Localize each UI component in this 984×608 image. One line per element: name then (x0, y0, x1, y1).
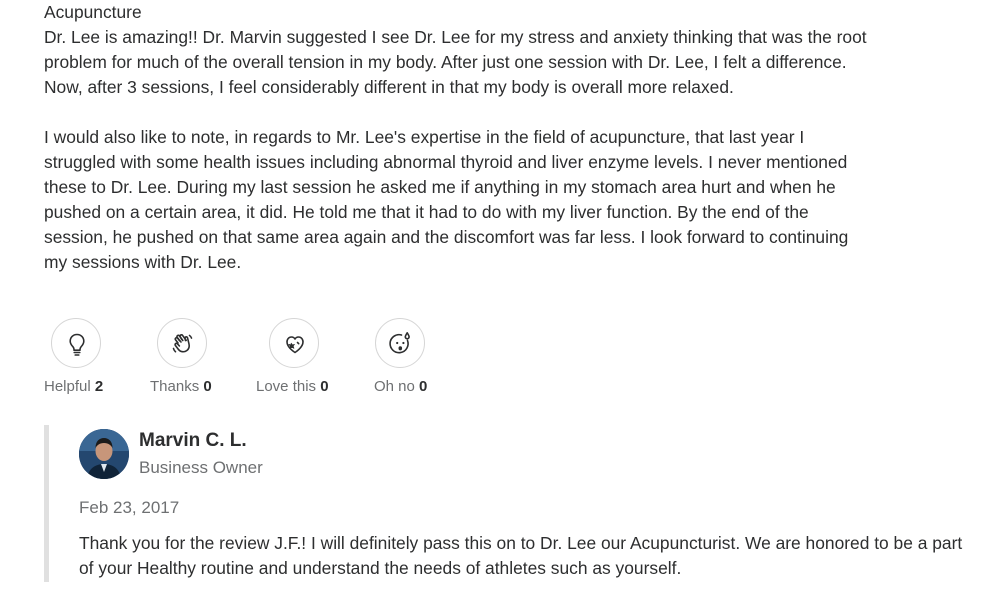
waving-hand-icon (172, 334, 193, 353)
owner-role: Business Owner (139, 458, 263, 477)
oh-no-count: 0 (419, 378, 428, 395)
helpful-button[interactable] (51, 318, 101, 368)
thanks-label: Thanks 0 (150, 378, 212, 395)
review-heading: Acupuncture (44, 2, 142, 22)
thanks-count: 0 (203, 378, 212, 395)
review-paragraph-1: Dr. Lee is amazing!! Dr. Marvin suggeste… (44, 27, 867, 97)
review-body: Acupuncture Dr. Lee is amazing!! Dr. Mar… (44, 0, 874, 275)
love-this-label: Love this 0 (256, 378, 329, 395)
review-paragraph-2: I would also like to note, in regards to… (44, 127, 849, 272)
thanks-button[interactable] (157, 318, 207, 368)
reply-divider (44, 425, 49, 582)
helpful-label: Helpful 2 (44, 378, 104, 395)
owner-name[interactable]: Marvin C. L. (139, 429, 247, 453)
reply-text: Thank you for the review J.F.! I will de… (79, 533, 963, 578)
love-this-button[interactable] (269, 318, 319, 368)
owner-photo (79, 429, 129, 479)
avatar[interactable] (79, 429, 129, 479)
lightbulb-icon (69, 333, 85, 356)
heart-icon (286, 336, 304, 354)
oh-no-label: Oh no 0 (374, 378, 428, 395)
owner-reply: Marvin C. L. Business Owner Feb 23, 2017… (44, 425, 984, 582)
reply-date: Feb 23, 2017 (79, 498, 180, 517)
oh-no-button[interactable] (375, 318, 425, 368)
surprised-face-icon (389, 332, 410, 354)
love-this-count: 0 (320, 378, 329, 395)
helpful-count: 2 (94, 378, 104, 395)
